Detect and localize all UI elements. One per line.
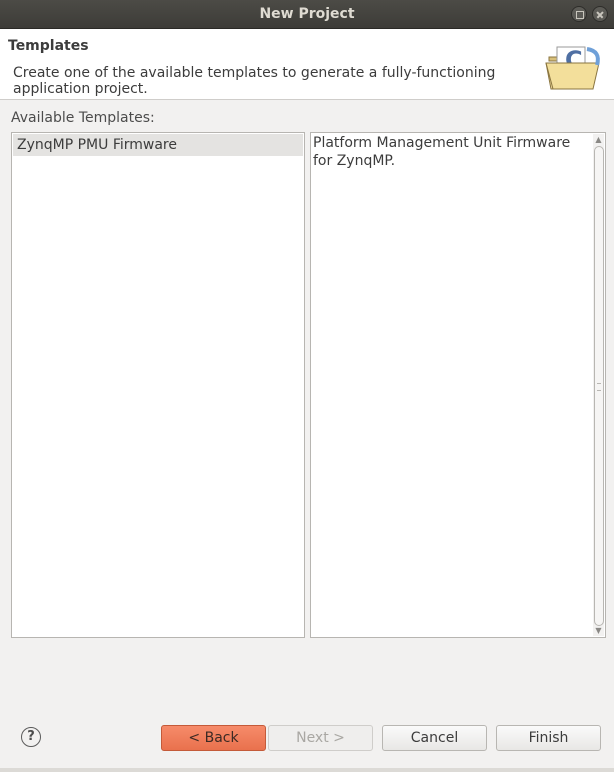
list-item[interactable]: ZynqMP PMU Firmware [13,134,303,156]
scroll-grip-icon [597,383,601,391]
bottom-border [0,768,614,772]
close-icon[interactable] [592,6,608,22]
wizard-header: Templates Create one of the available te… [0,29,614,100]
template-description: Platform Management Unit Firmware for Zy… [313,135,571,169]
finish-button[interactable]: Finish [496,725,601,751]
help-button[interactable]: ? [21,727,41,747]
minimize-icon[interactable] [571,6,587,22]
vertical-scrollbar[interactable]: ▲ ▼ [593,134,604,636]
templates-list[interactable]: ZynqMP PMU Firmware [11,132,305,638]
template-description-panel: Platform Management Unit Firmware for Zy… [310,132,606,638]
cancel-button[interactable]: Cancel [382,725,487,751]
title-bar[interactable]: New Project [0,0,614,29]
new-c-project-folder-icon: C [545,46,600,90]
next-button[interactable]: Next > [268,725,373,751]
scroll-thumb[interactable] [594,146,604,626]
scroll-up-icon[interactable]: ▲ [594,135,603,144]
window-title: New Project [259,6,355,22]
back-button[interactable]: < Back [161,725,266,751]
scroll-down-icon[interactable]: ▼ [594,626,603,635]
page-description: Create one of the available templates to… [13,65,496,97]
new-project-dialog: New Project Templates Create one of the … [0,0,614,772]
available-templates-label: Available Templates: [11,110,155,126]
page-title: Templates [8,38,89,54]
